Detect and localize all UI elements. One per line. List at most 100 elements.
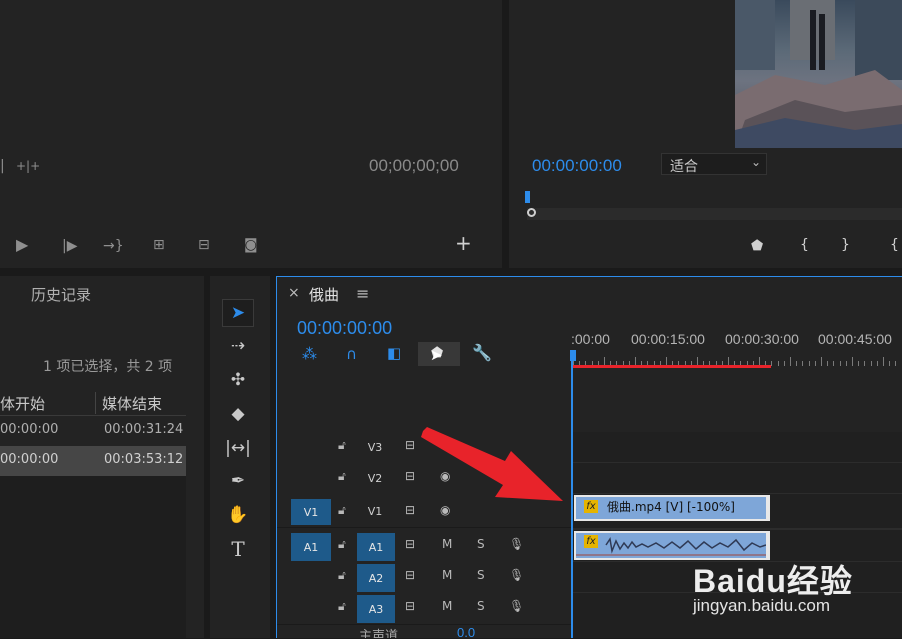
baidu-watermark: Baidu经验 jingyan.baidu.com (693, 556, 902, 626)
time-ruler[interactable]: :00:00 00:00:15:00 00:00:30:00 00:00:45:… (571, 328, 902, 368)
sync-lock-icon[interactable]: ⊟ (405, 537, 415, 551)
lock-icon[interactable]: 🔓︎ (338, 503, 346, 518)
step-forward-icon[interactable]: |▶ (62, 238, 77, 254)
mouse-cursor-icon: ➤ (430, 347, 443, 363)
ruler-label: :00:00 (571, 331, 610, 347)
panel-menu-icon[interactable]: ≡ (356, 284, 369, 303)
scrub-handle[interactable] (527, 208, 536, 217)
solo-button[interactable]: S (477, 537, 485, 551)
lock-icon[interactable]: 🔓︎ (338, 568, 346, 583)
solo-button[interactable]: S (477, 568, 485, 582)
solo-button[interactable]: S (477, 599, 485, 613)
column-media-end[interactable]: 媒体结束 (102, 393, 162, 414)
track-label[interactable]: V2 (364, 467, 386, 489)
razor-tool[interactable]: ◆ (222, 400, 254, 428)
program-scrub-bar[interactable] (527, 208, 902, 220)
work-area-bar[interactable] (573, 365, 771, 368)
sync-lock-icon[interactable]: ⊟ (405, 599, 415, 613)
ruler-tick (815, 361, 816, 366)
fit-select[interactable]: 适合 ⌄ (661, 153, 767, 175)
linked-selection-icon[interactable]: ◧ (387, 345, 401, 361)
export-frame-icon[interactable]: ◙ (244, 237, 258, 253)
ruler-tick (846, 361, 847, 366)
ruler-label: 00:00:15:00 (631, 331, 705, 347)
track-label[interactable]: A2 (357, 564, 395, 592)
mic-icon[interactable]: 🎙︎ (509, 599, 524, 613)
track-label[interactable]: V1 (364, 500, 386, 522)
add-button-icon[interactable]: + (455, 235, 472, 251)
video-clip-label: 俄曲.mp4 [V] [-100%] (607, 498, 735, 515)
fit-select-value: 适合 (670, 156, 698, 176)
mark-in-icon[interactable]: { (800, 237, 809, 253)
snap-magnet-icon[interactable]: ∩ (346, 346, 357, 362)
track-a1: A1 🔓︎ A1 ⊟ M S 🎙︎ (277, 531, 571, 563)
ruler-tick (889, 361, 890, 366)
selection-status: 1 项已选择，共 2 项 (43, 356, 172, 376)
lock-icon[interactable]: 🔓︎ (338, 537, 346, 552)
type-tool[interactable]: T (222, 535, 254, 563)
track-label[interactable]: A3 (357, 595, 395, 623)
mic-icon[interactable]: 🎙︎ (509, 568, 524, 582)
row-start: 00:00:00 (0, 422, 58, 437)
insert-icon[interactable]: ⊞ (153, 237, 165, 253)
table-row-selected[interactable]: 00:00:00 00:03:53:12 (0, 446, 186, 476)
mark-out-icon[interactable]: } (841, 237, 850, 253)
mute-button[interactable]: M (442, 568, 452, 582)
ripple-edit-tool[interactable]: ✣ (222, 366, 254, 394)
ruler-tick (802, 361, 803, 366)
hand-tool[interactable]: ✋ (222, 501, 254, 529)
project-list-area (0, 476, 186, 638)
ruler-tick (877, 361, 878, 366)
mute-button[interactable]: M (442, 599, 452, 613)
timeline-timecode[interactable]: 00:00:00:00 (297, 318, 392, 339)
timeline-empty-area (277, 370, 902, 432)
mute-button[interactable]: M (442, 537, 452, 551)
snap-nested-icon[interactable]: ⁂ (302, 346, 317, 362)
lock-icon[interactable]: 🔓︎ (338, 469, 346, 484)
sync-lock-icon[interactable]: ⊟ (405, 568, 415, 582)
fx-badge[interactable]: fx (584, 535, 598, 548)
sync-lock-icon[interactable]: ⊟ (405, 503, 415, 517)
wrench-icon[interactable]: 🔧 (472, 345, 492, 361)
ruler-tick (821, 357, 822, 366)
program-playhead-marker[interactable] (525, 191, 530, 203)
selection-tool[interactable]: ➤ (222, 299, 254, 327)
source-target-a1[interactable]: A1 (291, 533, 331, 561)
overwrite-icon[interactable]: ⊟ (198, 237, 210, 253)
lock-icon[interactable]: 🔓︎ (338, 438, 346, 453)
mic-icon[interactable]: 🎙︎ (509, 537, 524, 551)
ruler-tick (840, 361, 841, 366)
go-to-in-icon[interactable]: { (890, 237, 899, 253)
video-clip[interactable]: fx 俄曲.mp4 [V] [-100%] (574, 495, 770, 521)
program-timecode[interactable]: 00:00:00:00 (532, 156, 622, 176)
column-media-start[interactable]: 体开始 (0, 393, 45, 414)
track-label[interactable]: V3 (364, 436, 386, 458)
ruler-label: 00:00:30:00 (725, 331, 799, 347)
sync-lock-icon[interactable]: ⊟ (405, 469, 415, 483)
lock-icon[interactable]: 🔓︎ (338, 599, 346, 614)
annotation-arrow (415, 425, 575, 515)
sequence-tab[interactable]: 俄曲 (309, 284, 339, 305)
project-table-header: 体开始 媒体结束 (0, 392, 186, 416)
master-label: 主声道 (359, 625, 398, 639)
sync-lock-icon[interactable]: ⊟ (405, 438, 415, 452)
source-timecode[interactable]: 00;00;00;00 (369, 156, 459, 176)
step-back-icon[interactable]: | (0, 158, 5, 174)
source-target-v1[interactable]: V1 (291, 499, 331, 525)
table-row[interactable]: 00:00:00 00:00:31:24 (0, 416, 186, 446)
track-select-tool[interactable]: ⇢ (222, 332, 254, 360)
shuttle-icon[interactable]: +|+ (16, 158, 40, 174)
marker-icon[interactable]: ⬟ (751, 238, 763, 254)
track-label[interactable]: A1 (357, 533, 395, 561)
row-end: 00:00:31:24 (104, 422, 183, 437)
play-icon[interactable]: ▶ (16, 237, 28, 253)
tab-history[interactable]: 历史记录 (31, 284, 91, 305)
source-monitor (0, 0, 502, 268)
column-divider[interactable] (95, 392, 96, 414)
close-tab-button[interactable]: × (288, 285, 300, 301)
master-value[interactable]: 0.0 (457, 625, 475, 639)
fx-badge[interactable]: fx (584, 500, 598, 513)
slip-tool[interactable]: |↔| (222, 434, 254, 462)
go-to-out-icon[interactable]: →} (103, 238, 124, 254)
pen-tool[interactable]: ✒ (222, 467, 254, 495)
